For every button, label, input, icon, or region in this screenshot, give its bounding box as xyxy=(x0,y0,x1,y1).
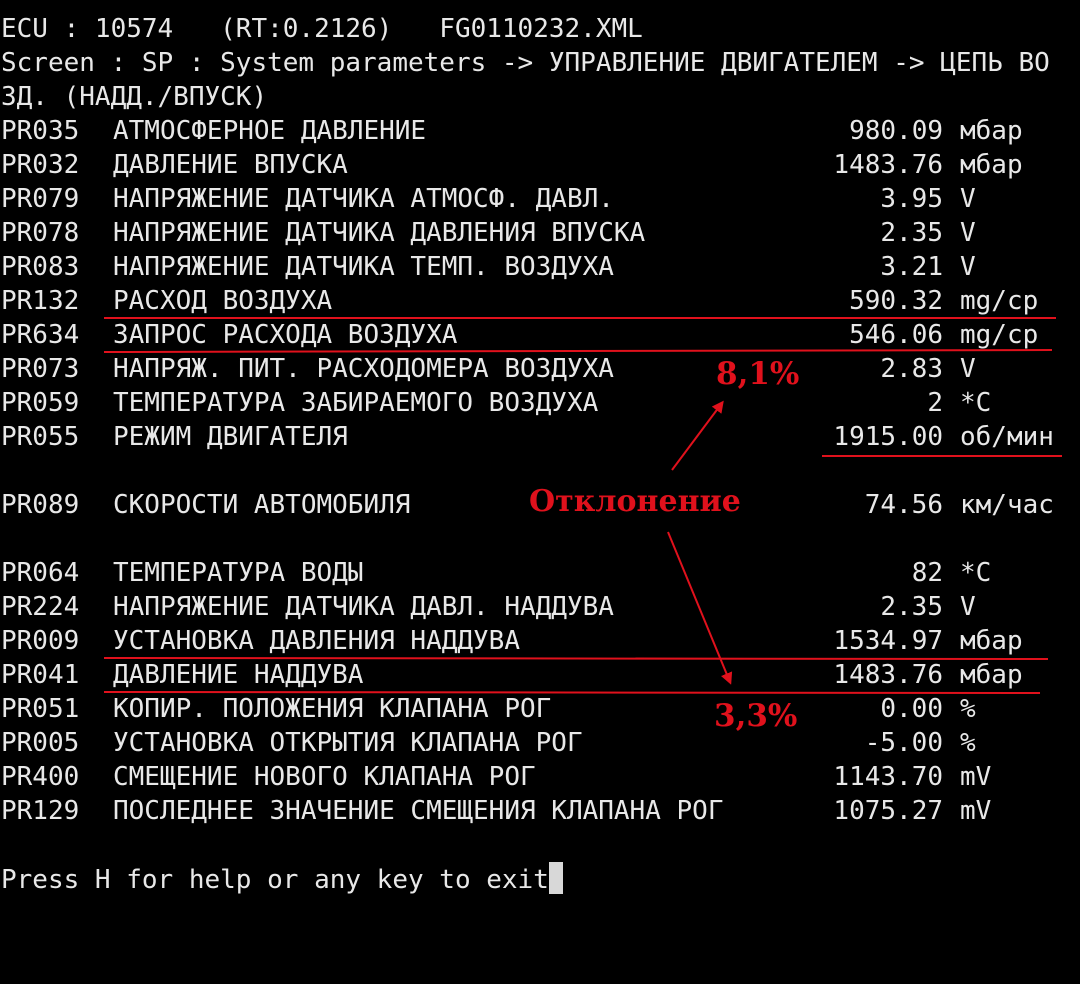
underline-boost-pressure xyxy=(103,691,1041,694)
deviation-label: Отклонение xyxy=(529,484,741,519)
underline-air-flow-request xyxy=(103,349,1053,353)
boost-deviation-label: 3,3% xyxy=(714,698,798,734)
underline-boost-setpoint xyxy=(103,657,1049,660)
air-flow-deviation-label: 8,1% xyxy=(716,356,800,392)
arrow-up-to-air-flow-deviation xyxy=(671,400,724,471)
